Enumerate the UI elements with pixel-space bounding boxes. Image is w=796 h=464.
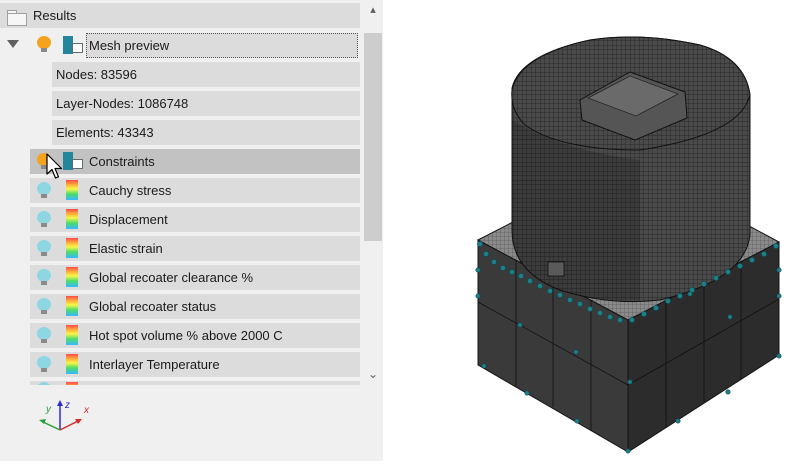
folder-icon <box>7 10 27 26</box>
axis-y-label: y <box>45 404 52 415</box>
collapse-arrow-icon[interactable] <box>7 40 19 48</box>
tree-item-label: Interlayer Temperature <box>89 357 220 372</box>
tree-item-interlayer-temperature[interactable]: Interlayer Temperature <box>30 352 360 377</box>
results-panel: Results Mesh preview Nodes: 83596 Layer-… <box>0 0 383 461</box>
scroll-thumb[interactable] <box>364 33 382 241</box>
visibility-bulb-icon[interactable] <box>37 327 51 343</box>
axis-z-label: z <box>64 400 70 411</box>
gradient-icon <box>66 180 78 200</box>
tree-item-partial[interactable] <box>30 381 360 385</box>
tree-scrollbar[interactable]: ▴ ⌄ <box>363 0 383 385</box>
visibility-bulb-icon[interactable] <box>37 269 51 285</box>
tree-item-elastic-strain[interactable]: Elastic strain <box>30 236 360 261</box>
axis-triad: y z x <box>39 400 90 431</box>
gradient-icon <box>66 296 78 316</box>
visibility-bulb-icon[interactable] <box>37 240 51 256</box>
scroll-down-arrow-icon[interactable]: ⌄ <box>363 364 383 384</box>
tree-item-cauchy-stress[interactable]: Cauchy stress <box>30 178 360 203</box>
tree-item-label: Cauchy stress <box>89 183 172 198</box>
mesh-nodes-label: Nodes: 83596 <box>56 67 137 82</box>
gradient-icon <box>66 382 78 385</box>
visibility-bulb-icon[interactable] <box>37 36 51 52</box>
tree-item-displacement[interactable]: Displacement <box>30 207 360 232</box>
axis-x-label: x <box>83 405 90 416</box>
mesh-layer-nodes-label: Layer-Nodes: 1086748 <box>56 96 189 111</box>
results-root-row[interactable]: Results <box>0 3 360 28</box>
mesh-nodes-row[interactable]: Nodes: 83596 <box>52 62 360 87</box>
tree-item-global-recoater-status[interactable]: Global recoater status <box>30 294 360 319</box>
mesh-preview-label: Mesh preview <box>89 38 170 53</box>
mesh-icon <box>63 36 83 54</box>
tree-item-hot-spot-volume[interactable]: Hot spot volume % above 2000 C <box>30 323 360 348</box>
gradient-icon <box>66 238 78 258</box>
mesh-elements-row[interactable]: Elements: 43343 <box>52 120 360 145</box>
mesh-icon <box>63 152 83 170</box>
visibility-bulb-icon[interactable] <box>37 182 51 198</box>
gradient-icon <box>66 325 78 345</box>
tree-item-label: Global recoater status <box>89 299 217 314</box>
tree-item-label: Global recoater clearance % <box>89 270 254 285</box>
results-tree: Results Mesh preview Nodes: 83596 Layer-… <box>0 0 362 385</box>
mesh-layer-nodes-row[interactable]: Layer-Nodes: 1086748 <box>52 91 360 116</box>
3d-viewport[interactable] <box>384 0 796 461</box>
visibility-bulb-icon[interactable] <box>37 298 51 314</box>
visibility-bulb-icon[interactable] <box>37 356 51 372</box>
mouse-cursor-icon <box>46 153 63 179</box>
gradient-icon <box>66 209 78 229</box>
tree-item-global-recoater-clearance[interactable]: Global recoater clearance % <box>30 265 360 290</box>
part-notch <box>547 261 565 277</box>
visibility-bulb-icon[interactable] <box>37 211 51 227</box>
mesh-render <box>475 36 782 454</box>
mesh-preview-row[interactable]: Mesh preview <box>86 33 358 58</box>
tree-item-constraints[interactable]: Constraints <box>30 149 360 174</box>
gradient-icon <box>66 354 78 374</box>
mesh-elements-label: Elements: 43343 <box>56 125 154 140</box>
gradient-icon <box>66 267 78 287</box>
visibility-bulb-icon[interactable] <box>37 382 51 385</box>
scroll-up-arrow-icon[interactable]: ▴ <box>363 0 383 20</box>
